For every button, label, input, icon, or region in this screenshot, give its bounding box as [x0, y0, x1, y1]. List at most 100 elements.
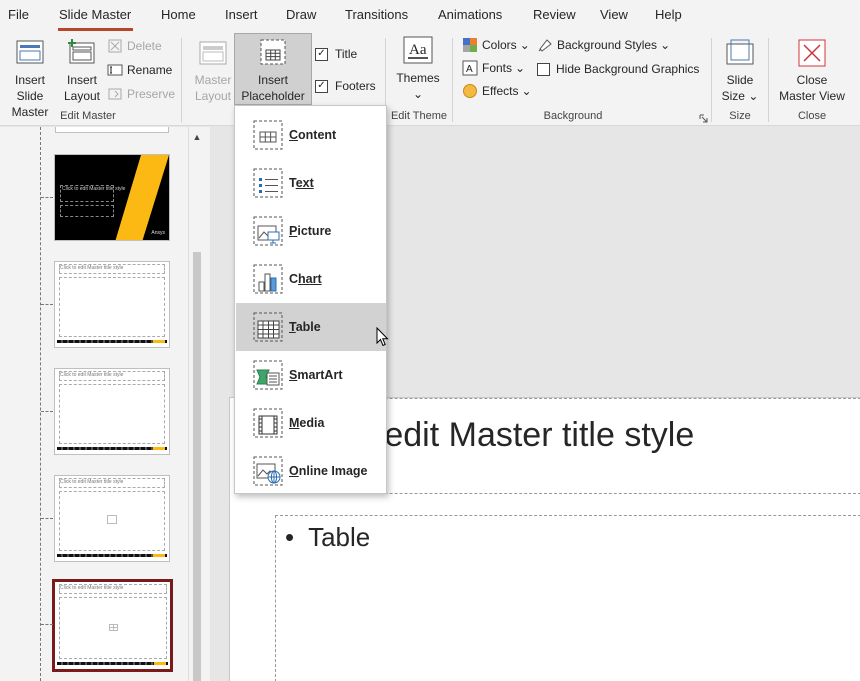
- thumbnail-subtitle-placeholder: [60, 205, 114, 217]
- background-styles-icon: [538, 39, 552, 52]
- fonts-dropdown[interactable]: A Fonts ⌄: [462, 60, 525, 76]
- insert-slide-master-icon: [16, 40, 44, 64]
- menu-item-picture[interactable]: Picture: [236, 207, 386, 255]
- slide-size-label-1: Slide: [726, 73, 754, 87]
- insert-slide-master-button[interactable]: Insert Slide Master: [0, 38, 60, 120]
- svg-text:A: A: [466, 64, 473, 75]
- ribbon-separator: [768, 38, 769, 122]
- picture-icon: [107, 515, 117, 524]
- background-styles-dropdown[interactable]: Background Styles ⌄: [537, 37, 670, 53]
- slide-thumbnail-partial[interactable]: [55, 127, 169, 133]
- chart-placeholder-icon: [253, 264, 283, 294]
- menu-item-chart[interactable]: Chart: [236, 255, 386, 303]
- footers-checkbox[interactable]: ✓ Footers: [315, 78, 376, 94]
- body-placeholder[interactable]: • Table: [275, 515, 860, 681]
- thumbnail-footer-bar: [57, 662, 168, 665]
- menu-item-chart-label: Chart: [289, 272, 322, 286]
- delete-button[interactable]: Delete: [107, 38, 162, 54]
- thumbnail-body-placeholder: [59, 277, 165, 337]
- master-layout-button[interactable]: Master Layout: [190, 38, 236, 104]
- thumbnail-scrollbar[interactable]: ▲: [188, 127, 205, 681]
- effects-dropdown[interactable]: Effects ⌄: [462, 83, 532, 99]
- insert-layout-button[interactable]: Insert Layout: [62, 38, 102, 104]
- layout-connector-line: [40, 127, 41, 681]
- table-placeholder-icon: [253, 312, 283, 342]
- tab-animations[interactable]: Animations: [438, 7, 502, 22]
- title-checkbox[interactable]: ✓ Title: [315, 46, 357, 62]
- slide-size-label-2-row: Size ⌄: [716, 88, 764, 104]
- menu-item-content[interactable]: Content: [236, 111, 386, 159]
- thumbnail-body-placeholder: [59, 384, 165, 444]
- themes-label: Themes: [396, 71, 440, 85]
- scroll-up-arrow-icon[interactable]: ▲: [189, 129, 205, 145]
- table-icon: [109, 624, 118, 631]
- insert-placeholder-button[interactable]: Insert Placeholder ⌄: [234, 33, 312, 119]
- effects-icon: [463, 84, 477, 98]
- tab-draw[interactable]: Draw: [286, 7, 316, 22]
- thumbnail-title-text: Click to edit Master title style: [62, 186, 126, 192]
- chevron-down-icon: ⌄: [515, 61, 526, 75]
- hide-background-graphics-checkbox[interactable]: Hide Background Graphics: [537, 61, 699, 77]
- slide-size-button[interactable]: Slide Size ⌄: [716, 38, 764, 104]
- active-tab-indicator: [58, 28, 133, 31]
- insert-placeholder-label-1: Insert: [257, 73, 288, 87]
- colors-dropdown[interactable]: Colors ⌄: [462, 37, 530, 53]
- tab-review[interactable]: Review: [533, 7, 576, 22]
- menu-item-smartart-label: SmartArt: [289, 368, 343, 382]
- menu-item-text[interactable]: Text: [236, 159, 386, 207]
- online-image-placeholder-icon: [253, 456, 283, 486]
- menu-item-media[interactable]: Media: [236, 399, 386, 447]
- rename-label: Rename: [127, 63, 173, 77]
- insert-layout-label-1: Insert: [66, 73, 97, 87]
- themes-button[interactable]: Aa Themes ⌄: [393, 36, 443, 102]
- insert-placeholder-menu: Content Text Picture Chart Table SmartAr…: [234, 105, 387, 494]
- close-master-view-label-1: Close: [796, 73, 828, 87]
- insert-placeholder-label-2: Placeholder: [241, 89, 305, 103]
- menu-item-table-label: Table: [289, 320, 321, 334]
- insert-layout-label-2: Layout: [63, 89, 101, 103]
- preserve-icon: [108, 88, 122, 100]
- tab-insert[interactable]: Insert: [225, 7, 258, 22]
- connector-tick: [41, 197, 53, 198]
- ribbon: Insert Slide Master Insert Layout Delete…: [0, 32, 860, 126]
- scrollbar-thumb[interactable]: [193, 252, 201, 681]
- title-checkbox-label: Title: [335, 47, 358, 61]
- tab-file[interactable]: File: [8, 7, 29, 22]
- chevron-down-icon: ⌄: [519, 38, 530, 52]
- menu-item-online-image[interactable]: Online Image: [236, 447, 386, 495]
- preserve-label: Preserve: [127, 87, 176, 101]
- menu-item-smartart[interactable]: SmartArt: [236, 351, 386, 399]
- connector-tick: [41, 518, 53, 519]
- group-label-edit-theme: Edit Theme: [390, 110, 448, 122]
- content-placeholder-icon: [253, 120, 283, 150]
- tab-transitions[interactable]: Transitions: [345, 7, 408, 22]
- group-label-background: Background: [543, 110, 603, 122]
- slide-thumbnail-picture-layout[interactable]: Click to edit Master title style: [54, 475, 170, 562]
- slide-size-label-2: Size: [721, 89, 745, 103]
- slide-thumbnail-layout-3[interactable]: Click to edit Master title style: [54, 368, 170, 455]
- thumbnail-title-text: Click to edit Master title style: [60, 265, 124, 271]
- hide-background-graphics-label: Hide Background Graphics: [556, 62, 700, 76]
- tab-slide-master[interactable]: Slide Master: [59, 7, 131, 22]
- close-master-view-icon: [798, 39, 826, 67]
- slide-thumbnail-content-layout[interactable]: Click to edit Master title style: [54, 261, 170, 348]
- tab-view[interactable]: View: [600, 7, 628, 22]
- tab-help[interactable]: Help: [655, 7, 682, 22]
- master-layout-label-2: Layout: [194, 89, 232, 103]
- master-layout-label-1: Master: [194, 73, 232, 87]
- connector-tick: [41, 304, 53, 305]
- slide-thumbnail-title-layout[interactable]: Click to edit Master title style Ansys: [54, 154, 170, 241]
- rename-button[interactable]: Rename: [107, 62, 172, 78]
- close-master-view-button[interactable]: Close Master View: [776, 38, 848, 104]
- ribbon-separator: [181, 38, 182, 122]
- slide-thumbnail-table-layout-selected[interactable]: Click to edit Master title style: [52, 579, 173, 672]
- tab-home[interactable]: Home: [161, 7, 196, 22]
- themes-icon: Aa: [403, 36, 433, 64]
- insert-layout-icon: [68, 39, 95, 64]
- dialog-launcher-icon[interactable]: [699, 114, 708, 123]
- menu-item-table[interactable]: Table: [236, 303, 386, 351]
- chevron-down-icon: ⌄: [412, 87, 424, 101]
- preserve-button[interactable]: Preserve: [107, 86, 175, 102]
- chevron-down-icon: ⌄: [748, 89, 759, 103]
- thumbnail-footer-bar: [57, 340, 167, 343]
